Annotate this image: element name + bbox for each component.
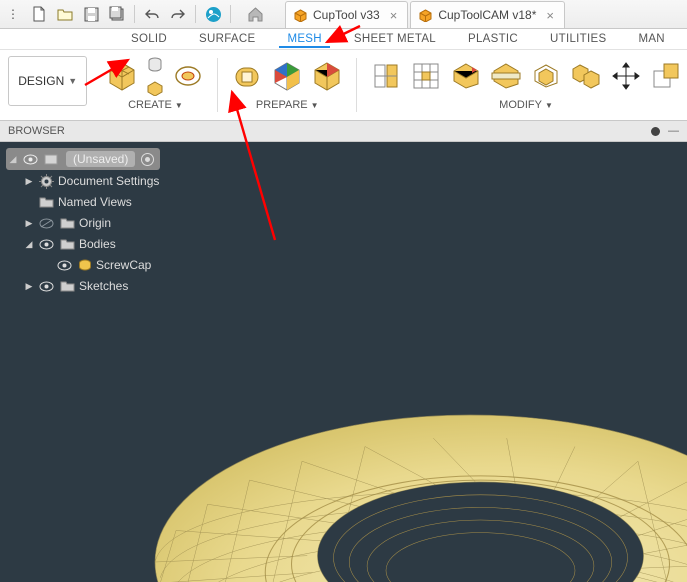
- folder-icon: [39, 196, 54, 208]
- group-label[interactable]: CREATE▼: [128, 99, 183, 111]
- chevron-down-icon: ▼: [311, 101, 319, 110]
- tab-solid[interactable]: SOLID: [115, 31, 183, 47]
- chevron-down-icon: ▼: [175, 101, 183, 110]
- chevron-down-icon: ▼: [545, 101, 553, 110]
- expand-icon[interactable]: ◢: [8, 154, 18, 165]
- ribbon-body: DESIGN ▼ CREATE▼: [0, 50, 687, 121]
- expand-icon[interactable]: ▶: [24, 176, 34, 187]
- browser-collapse-icon[interactable]: —: [668, 125, 679, 137]
- save-icon[interactable]: [80, 3, 102, 25]
- cube-icon: [419, 9, 432, 22]
- tree-item-document-settings[interactable]: ▶ Document Settings: [6, 171, 160, 191]
- close-icon[interactable]: ×: [390, 8, 398, 23]
- ribbon-tab-strip: SOLID SURFACE MESH SHEET METAL PLASTIC U…: [0, 29, 687, 50]
- plane-cut-icon[interactable]: [489, 59, 523, 93]
- direct-edit-icon[interactable]: [369, 59, 403, 93]
- tree-label: (Unsaved): [66, 151, 135, 167]
- tree-label: Named Views: [58, 195, 132, 209]
- expand-icon[interactable]: ▶: [24, 218, 34, 229]
- group-prepare: PREPARE▼: [220, 50, 354, 120]
- folder-icon: [60, 217, 75, 229]
- tree-label: Origin: [79, 216, 111, 230]
- save-all-icon[interactable]: [106, 3, 128, 25]
- create-mesh-section-icon[interactable]: [145, 78, 165, 98]
- tab-mesh[interactable]: MESH: [271, 31, 337, 47]
- tree-label: Bodies: [79, 237, 116, 251]
- browser-bullet-icon[interactable]: [651, 127, 660, 136]
- tree-root[interactable]: ◢ (Unsaved): [6, 148, 160, 170]
- cube-icon: [294, 9, 307, 22]
- file-tab-label: CupTool v33: [313, 8, 380, 22]
- group-label[interactable]: MODIFY▼: [499, 99, 553, 111]
- tree-item-named-views[interactable]: ▶ Named Views: [6, 192, 160, 212]
- generate-face-groups-icon[interactable]: [270, 59, 304, 93]
- workspace-label: DESIGN: [18, 74, 64, 88]
- redo-icon[interactable]: [167, 3, 189, 25]
- browser-tree: ◢ (Unsaved) ▶ Document Settings ▶ Named …: [6, 148, 160, 297]
- shell-icon[interactable]: [529, 59, 563, 93]
- open-file-icon[interactable]: [54, 3, 76, 25]
- scale-icon[interactable]: [649, 59, 683, 93]
- combine-face-groups-icon[interactable]: [310, 59, 344, 93]
- undo-icon[interactable]: [141, 3, 163, 25]
- file-tabs: CupTool v33 × CupToolCAM v18* ×: [285, 0, 567, 28]
- browser-header: BROWSER —: [0, 121, 687, 142]
- tree-item-bodies[interactable]: ◢ Bodies: [6, 234, 160, 254]
- menu-icon[interactable]: ⋮: [2, 3, 24, 25]
- brep-to-mesh-icon[interactable]: [171, 59, 205, 93]
- close-icon[interactable]: ×: [546, 8, 554, 23]
- tree-label: Document Settings: [58, 174, 159, 188]
- remesh-icon[interactable]: [409, 59, 443, 93]
- component-icon: [44, 153, 58, 165]
- folder-icon: [60, 280, 75, 292]
- tab-plastic[interactable]: PLASTIC: [452, 31, 534, 47]
- tab-surface[interactable]: SURFACE: [183, 31, 271, 47]
- tree-label: Sketches: [79, 279, 128, 293]
- viewport[interactable]: ◢ (Unsaved) ▶ Document Settings ▶ Named …: [0, 142, 687, 582]
- tessellate-icon[interactable]: [105, 59, 139, 93]
- file-tab[interactable]: CupTool v33 ×: [285, 1, 408, 28]
- group-modify: MODIFY▼: [359, 50, 687, 120]
- file-tab-label: CupToolCAM v18*: [438, 8, 536, 22]
- data-panel-icon[interactable]: [202, 3, 224, 25]
- combine-icon[interactable]: [569, 59, 603, 93]
- insert-mesh-icon[interactable]: [145, 55, 165, 75]
- file-tab[interactable]: CupToolCAM v18* ×: [410, 1, 565, 28]
- tab-utilities[interactable]: UTILITIES: [534, 31, 622, 47]
- tab-sheetmetal[interactable]: SHEET METAL: [338, 31, 452, 47]
- tree-item-screwcap[interactable]: ▶ ScrewCap: [6, 255, 160, 275]
- visibility-icon[interactable]: [39, 281, 54, 292]
- quick-access-toolbar: ⋮ CupTool v33 × CupToolCAM v18* ×: [0, 0, 687, 29]
- visibility-icon[interactable]: [39, 239, 54, 250]
- workspace-switcher[interactable]: DESIGN ▼: [8, 56, 87, 106]
- group-create: CREATE▼: [95, 50, 215, 120]
- visibility-icon[interactable]: [57, 260, 72, 271]
- gear-icon: [39, 174, 54, 189]
- tab-manage[interactable]: MAN: [622, 31, 680, 47]
- expand-icon[interactable]: ▶: [24, 281, 34, 292]
- home-icon[interactable]: [244, 3, 266, 25]
- folder-icon: [60, 238, 75, 250]
- repair-icon[interactable]: [230, 59, 264, 93]
- visibility-off-icon[interactable]: [39, 218, 54, 229]
- active-component-icon[interactable]: [141, 153, 154, 166]
- move-icon[interactable]: [609, 59, 643, 93]
- tree-label: ScrewCap: [96, 258, 151, 272]
- browser-title: BROWSER: [8, 125, 65, 137]
- reduce-icon[interactable]: [449, 59, 483, 93]
- expand-icon[interactable]: ◢: [24, 239, 34, 250]
- group-label[interactable]: PREPARE▼: [256, 99, 319, 111]
- new-file-icon[interactable]: [28, 3, 50, 25]
- tree-item-origin[interactable]: ▶ Origin: [6, 213, 160, 233]
- tree-item-sketches[interactable]: ▶ Sketches: [6, 276, 160, 296]
- mesh-body-icon: [78, 258, 92, 272]
- chevron-down-icon: ▼: [68, 76, 77, 86]
- visibility-icon[interactable]: [23, 154, 38, 165]
